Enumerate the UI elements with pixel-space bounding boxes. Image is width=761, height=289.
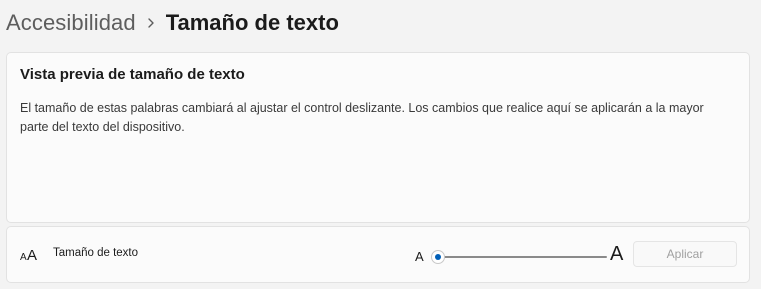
preview-text: El tamaño de estas palabras cambiará al …: [20, 101, 704, 134]
text-size-slider[interactable]: [431, 247, 607, 267]
slider-track: [438, 256, 607, 258]
slider-max-label: A: [610, 243, 624, 265]
breadcrumb: Accesibilidad Tamaño de texto: [6, 6, 339, 40]
slider-min-label: A: [415, 249, 424, 264]
slider-thumb-dot: [435, 254, 441, 260]
apply-button[interactable]: Aplicar: [633, 241, 737, 267]
text-size-label: Tamaño de texto: [53, 247, 139, 259]
chevron-right-icon: [136, 17, 166, 29]
text-size-icon: A A: [20, 245, 40, 264]
breadcrumb-parent-accessibility[interactable]: Accesibilidad: [6, 10, 136, 36]
text-size-preview-card: Vista previa de tamaño de texto El tamañ…: [6, 52, 750, 223]
slider-thumb[interactable]: [431, 250, 445, 264]
svg-text:A: A: [27, 247, 37, 263]
svg-text:A: A: [20, 252, 27, 263]
text-size-setting-card: A A Tamaño de texto A A Aplicar: [6, 226, 750, 283]
preview-title: Vista previa de tamaño de texto: [20, 66, 245, 83]
page-title: Tamaño de texto: [165, 10, 339, 35]
